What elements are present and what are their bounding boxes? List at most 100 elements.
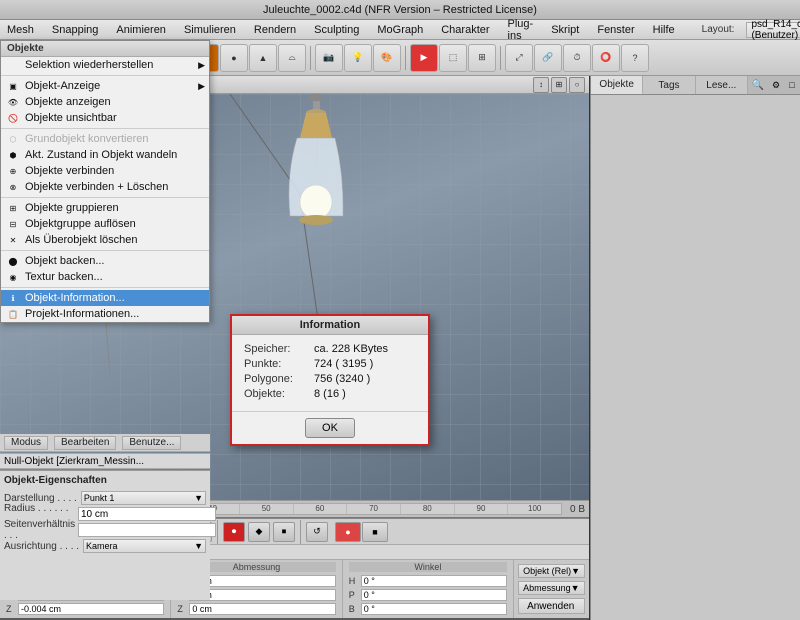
menu-fenster[interactable]: Fenster [594, 23, 637, 37]
menu-snapping[interactable]: Snapping [49, 23, 102, 37]
ctx-sep-5 [1, 287, 209, 288]
ctx-sep-3 [1, 197, 209, 198]
coord-p-input[interactable] [361, 589, 507, 601]
ctx-section-title: Objekte [1, 41, 209, 57]
prop-title: Objekt-Eigenschaften [4, 475, 206, 486]
ctx-grundobj: ⬡ Grundobjekt konvertieren [1, 131, 209, 147]
toolbar-light[interactable]: 💡 [344, 44, 372, 72]
seitenverh-input[interactable] [78, 523, 216, 537]
search-btn[interactable]: 🔍 [748, 76, 768, 94]
toolbar-deform[interactable]: ⤢ [505, 44, 533, 72]
ausrichtung-dropdown[interactable]: Kamera ▼ [83, 539, 206, 553]
tab-objekte[interactable]: Objekte [591, 76, 643, 94]
menu-sculpting[interactable]: Sculpting [311, 23, 362, 37]
info-dialog-footer: OK [232, 411, 428, 444]
vp-btn-2[interactable]: ⊞ [551, 77, 567, 93]
ctx-obj-anzeige[interactable]: ▣ Objekt-Anzeige ▶ [1, 78, 209, 94]
toolbar-render-active[interactable]: ▶ [410, 44, 438, 72]
modus-btn[interactable]: Modus [4, 436, 48, 450]
obj-backen-icon: ⬤ [5, 254, 21, 268]
layout-dropdown[interactable]: psd_R14_c4d (Benutzer) ▼ [746, 22, 800, 38]
darstellung-dropdown[interactable]: Punkt 1 ▼ [81, 491, 206, 505]
obj-anzeigen-icon: 👁 [5, 95, 21, 109]
vp-btn-3[interactable]: ○ [569, 77, 585, 93]
title-text: Juleuchte_0002.c4d (NFR Version – Restri… [263, 4, 537, 16]
vp-btn-1[interactable]: ↕ [533, 77, 549, 93]
toolbar-material[interactable]: 🎨 [373, 44, 401, 72]
toolbar-timeline[interactable]: ⏱ [563, 44, 591, 72]
transport-loop[interactable]: ↺ [306, 522, 328, 542]
obj-anzeige-icon: ▣ [5, 79, 21, 93]
ctx-obj-backen[interactable]: ⬤ Objekt backen... [1, 253, 209, 269]
coord-sz-input[interactable] [189, 603, 335, 615]
menu-rendern[interactable]: Rendern [251, 23, 299, 37]
info-row-punkte: Punkte: 724 ( 3195 ) [244, 358, 416, 370]
object-properties: Objekt-Eigenschaften Darstellung . . . .… [0, 470, 210, 600]
coord-sx-input[interactable] [189, 575, 335, 587]
context-menu: Objekte Selektion wiederherstellen ▶ ▣ O… [0, 40, 210, 323]
null-obj-text: Null-Objekt [Zierkram_Messin... [4, 456, 144, 467]
radius-input[interactable] [78, 507, 216, 521]
ctx-sep-2 [1, 128, 209, 129]
panel-expand-btn[interactable]: □ [784, 76, 800, 94]
mode-dropdown[interactable]: Objekt (Rel)▼ [518, 564, 585, 578]
grundobj-icon: ⬡ [5, 132, 21, 146]
coord-z-input[interactable] [18, 603, 164, 615]
toolbar-help[interactable]: ? [621, 44, 649, 72]
ctx-obj-information[interactable]: ℹ Objekt-Information... [1, 290, 209, 306]
toolbar-camera[interactable]: 📷 [315, 44, 343, 72]
menu-simulieren[interactable]: Simulieren [181, 23, 239, 37]
toolbar-render-region[interactable]: ⬚ [439, 44, 467, 72]
space-row: Abmessung▼ [518, 581, 585, 595]
textur-backen-icon: ◉ [5, 270, 21, 284]
ctx-projekt-information[interactable]: 📋 Projekt-Informationen... [1, 306, 209, 322]
coord-h-input[interactable] [361, 575, 507, 587]
ctx-akt-zustand[interactable]: ⬢ Akt. Zustand in Objekt wandeln [1, 147, 209, 163]
ok-button[interactable]: OK [305, 418, 355, 438]
coord-sy-input[interactable] [189, 589, 335, 601]
toolbar-render-all[interactable]: ⊞ [468, 44, 496, 72]
akt-zustand-icon: ⬢ [5, 148, 21, 162]
ctx-obj-verbinden-loeschen[interactable]: ⊗ Objekte verbinden + Löschen [1, 179, 209, 195]
info-row-polygone: Polygone: 756 (3240 ) [244, 373, 416, 385]
bearbeiten-btn[interactable]: Bearbeiten [54, 436, 116, 450]
tab-tags[interactable]: Tags [643, 76, 695, 94]
menu-animieren[interactable]: Animieren [113, 23, 169, 37]
ctx-obj-anzeigen[interactable]: 👁 Objekte anzeigen [1, 94, 209, 110]
verbinden-icon: ⊕ [5, 164, 21, 178]
menu-skript[interactable]: Skript [548, 23, 582, 37]
prop-ausrichtung: Ausrichtung . . . . Kamera ▼ [4, 538, 206, 554]
menu-charakter[interactable]: Charakter [438, 23, 492, 37]
frame-counter: 0 B [570, 504, 585, 515]
ctx-obj-gruppieren[interactable]: ⊞ Objekte gruppieren [1, 200, 209, 216]
obj-info-icon: ℹ [5, 291, 21, 305]
tab-lese[interactable]: Lese... [696, 76, 748, 94]
toolbar-cone[interactable]: ▲ [249, 44, 277, 72]
panel-menu-btn[interactable]: ⚙ [768, 76, 784, 94]
transport-rec2[interactable]: ● [335, 522, 361, 542]
ctx-gruppe-aufloesen[interactable]: ⊟ Objektgruppe auflösen [1, 216, 209, 232]
toolbar-anim[interactable]: ⭕ [592, 44, 620, 72]
menu-mesh[interactable]: Mesh [4, 23, 37, 37]
space-dropdown[interactable]: Abmessung▼ [518, 581, 584, 595]
ctx-obj-verbinden[interactable]: ⊕ Objekte verbinden [1, 163, 209, 179]
apply-button[interactable]: Anwenden [518, 598, 585, 614]
transport-stop[interactable]: ■ [362, 522, 388, 542]
ctx-selektion[interactable]: Selektion wiederherstellen ▶ [1, 57, 209, 73]
ctx-ueberobjekt-loeschen[interactable]: ✕ Als Überobjekt löschen [1, 232, 209, 248]
toolbar-nurbs[interactable]: ⌓ [278, 44, 306, 72]
menu-mograph[interactable]: MoGraph [374, 23, 426, 37]
transport-keyframe[interactable]: ◆ [248, 522, 270, 542]
ctx-obj-unsichtbar[interactable]: 🚫 Objekte unsichtbar [1, 110, 209, 126]
menu-plugins[interactable]: Plug-ins [505, 17, 537, 43]
transport-record[interactable]: ⏺ [223, 522, 245, 542]
benutzung-btn[interactable]: Benutze... [122, 436, 181, 450]
ctx-textur-backen[interactable]: ◉ Textur backen... [1, 269, 209, 285]
layout-label: Layout: [702, 24, 735, 35]
toolbar-xpresso[interactable]: 🔗 [534, 44, 562, 72]
null-obj-bar: Null-Objekt [Zierkram_Messin... [0, 453, 210, 469]
transport-autokey[interactable]: ⏹ [273, 522, 295, 542]
coord-b-input[interactable] [361, 603, 507, 615]
toolbar-sphere[interactable]: ● [220, 44, 248, 72]
menu-hilfe[interactable]: Hilfe [650, 23, 678, 37]
